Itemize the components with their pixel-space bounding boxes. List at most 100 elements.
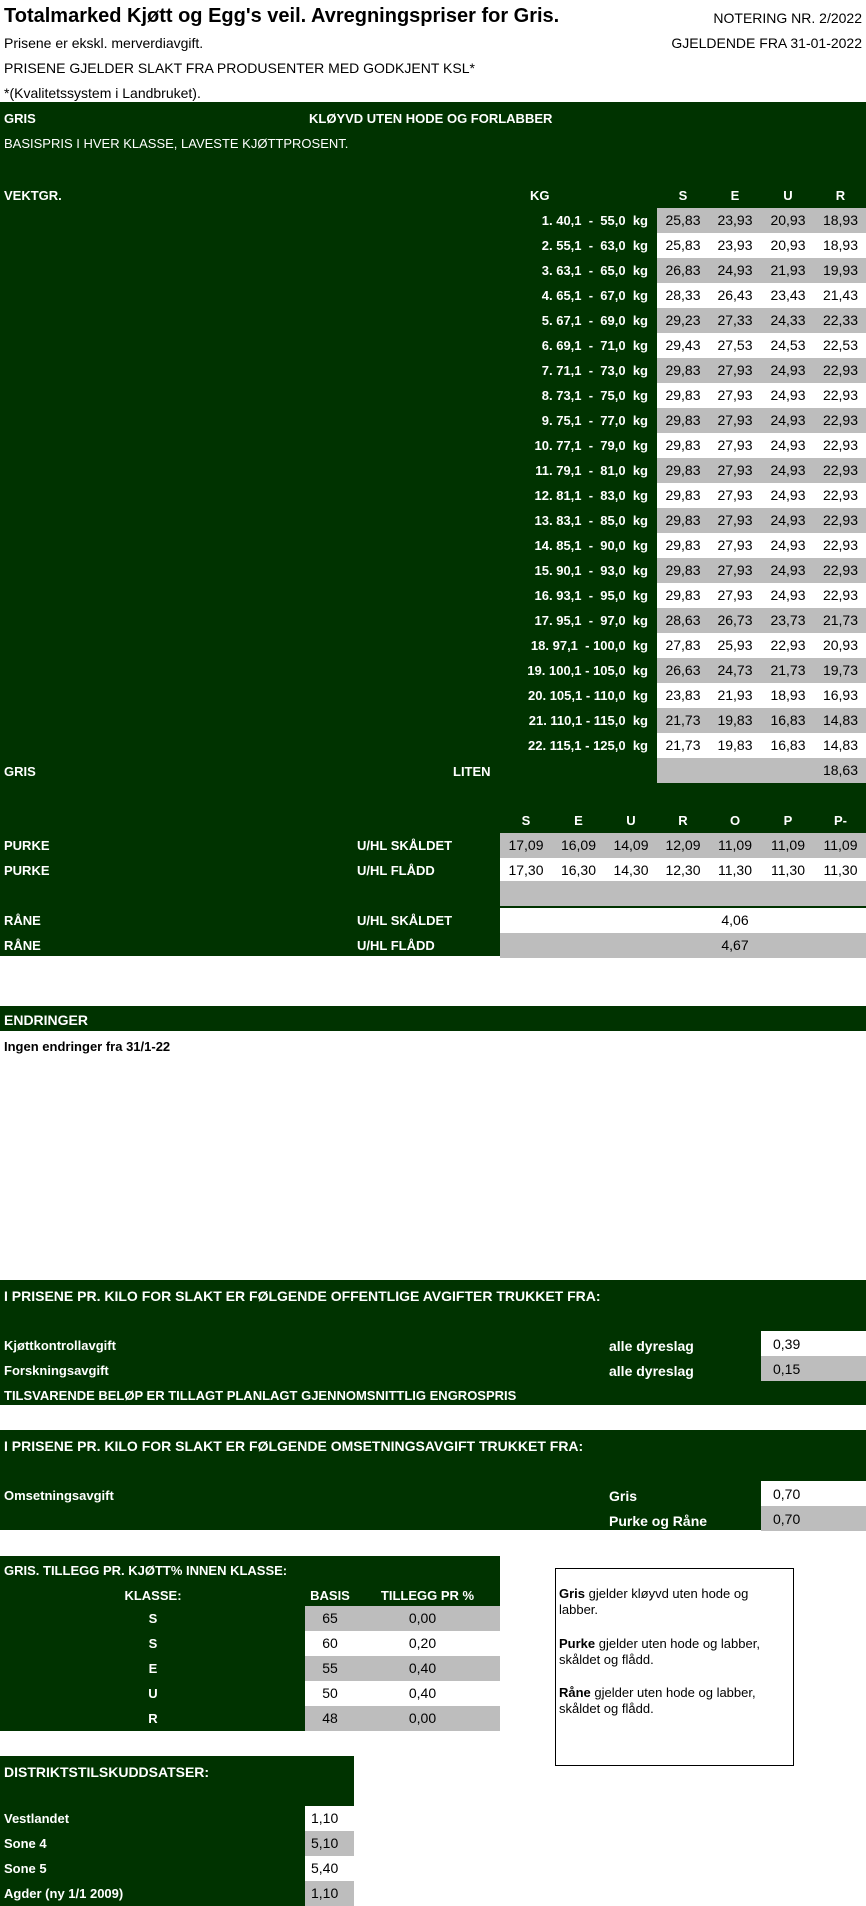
- gris-price-cell: 29,23: [665, 312, 701, 328]
- omsetning-value-1: 0,70: [773, 1511, 801, 1527]
- liten-label: LITEN: [453, 764, 491, 779]
- distrikt-value: 5,40: [311, 1860, 339, 1876]
- gris-price-cell: 29,83: [665, 387, 701, 403]
- gris-weight-range: 12. 81,1 - 83,0 kg: [534, 488, 648, 503]
- gris-weight-range: 20. 105,1 - 110,0 kg: [528, 688, 648, 703]
- avgift-value-1: 0,15: [773, 1361, 801, 1377]
- page-title: Totalmarked Kjøtt og Egg's veil. Avregni…: [4, 5, 560, 27]
- tillegg-klasse: S: [148, 1611, 158, 1626]
- rane-type: U/HL SKÅLDET: [357, 913, 453, 928]
- gris-price-cell: 22,93: [770, 637, 806, 653]
- tillegg-klasse: E: [148, 1661, 158, 1676]
- note-rane: Råne gjelder uten hode og labber, skålde…: [559, 1685, 784, 1717]
- gris-price-cell: 20,93: [770, 237, 806, 253]
- gris-price-cell: 24,93: [770, 537, 806, 553]
- gris-price-cell: 26,43: [717, 287, 753, 303]
- endringer-header: [0, 1006, 866, 1031]
- gris-price-cell: 28,33: [665, 287, 701, 303]
- purke-type: U/HL FLÅDD: [357, 863, 435, 878]
- distrikt-title: DISTRIKTSTILSKUDDSATSER:: [4, 1764, 210, 1780]
- distrikt-name: Agder (ny 1/1 2009): [4, 1886, 124, 1901]
- avgifter-note: TILSVARENDE BELØP ER TILLAGT PLANLAGT GJ…: [4, 1388, 517, 1403]
- rane-price-cell: 4,06: [721, 912, 749, 928]
- rane-type: U/HL FLÅDD: [357, 938, 435, 953]
- gris-weight-range: 19. 100,1 - 105,0 kg: [527, 663, 648, 678]
- omsetning-scope-0: Gris: [609, 1488, 638, 1504]
- note-rane-bold: Råne: [559, 1685, 591, 1700]
- distrikt-value: 5,10: [311, 1835, 339, 1851]
- purke-class-header-3: R: [678, 813, 688, 828]
- gris-price-cell: 29,83: [665, 362, 701, 378]
- gris-price-cell: 22,53: [822, 337, 859, 353]
- gris-price-cell: 25,83: [665, 237, 701, 253]
- gris-price-cell: 19,93: [822, 262, 859, 278]
- ksl-note: PRISENE GJELDER SLAKT FRA PRODUSENTER ME…: [4, 60, 475, 76]
- note-gris-text: gjelder kløyvd uten hode og labber.: [559, 1586, 749, 1617]
- purke-price-cell: 11,09: [823, 837, 858, 853]
- rane-spacer-row: [500, 881, 866, 906]
- gris-price-cell: 21,93: [770, 262, 806, 278]
- gris-price-cell: 24,93: [770, 487, 806, 503]
- tillegg-value: 0,00: [408, 1610, 437, 1626]
- gris-weight-range: 7. 71,1 - 73,0 kg: [541, 363, 648, 378]
- purke-price-cell: 17,09: [508, 837, 544, 853]
- purke-price-cell: 11,30: [718, 862, 752, 878]
- gris-price-cell: 18,93: [770, 687, 806, 703]
- rane-row-bg: [500, 933, 866, 958]
- gris-price-cell: 22,93: [822, 362, 859, 378]
- gris-weight-range: 18. 97,1 - 100,0 kg: [530, 638, 648, 653]
- gris-price-cell: 29,83: [665, 562, 701, 578]
- gris-price-cell: 26,73: [717, 612, 753, 628]
- gris-price-cell: 22,93: [822, 537, 859, 553]
- purke-type: U/HL SKÅLDET: [357, 838, 453, 853]
- omsetning-name: Omsetningsavgift: [4, 1488, 114, 1503]
- rane-row-bg: [500, 908, 866, 933]
- gris-price-cell: 24,93: [770, 362, 806, 378]
- gris-price-cell: 24,93: [717, 262, 753, 278]
- distrikt-value: 1,10: [311, 1885, 339, 1901]
- gris-weight-range: 21. 110,1 - 115,0 kg: [528, 713, 648, 728]
- avgift-name-0: Kjøttkontrollavgift: [4, 1338, 116, 1353]
- gris-class-header-3: R: [835, 188, 846, 203]
- gris-price-cell: 22,33: [822, 312, 859, 328]
- gris-price-cell: 16,83: [770, 712, 806, 728]
- purke-price-cell: 11,30: [771, 862, 805, 878]
- gris-price-cell: 23,83: [665, 687, 701, 703]
- gris-price-cell: 29,43: [665, 337, 701, 353]
- gris-price-cell: 22,93: [822, 412, 859, 428]
- distrikt-name: Sone 5: [4, 1861, 47, 1876]
- tillegg-basis: 50: [322, 1685, 338, 1701]
- tillegg-title: GRIS. TILLEGG PR. KJØTT% INNEN KLASSE:: [4, 1563, 288, 1578]
- gris-price-cell: 29,83: [665, 487, 701, 503]
- gris-price-cell: 29,83: [665, 412, 701, 428]
- tillegg-klasse: R: [148, 1711, 158, 1726]
- vektgr-label: VEKTGR.: [4, 188, 62, 203]
- gris-liten-label: GRIS: [4, 764, 36, 779]
- gris-price-cell: 27,93: [717, 562, 753, 578]
- avgift-name-1: Forskningsavgift: [4, 1363, 109, 1378]
- avgifter-title: I PRISENE PR. KILO FOR SLAKT ER FØLGENDE…: [4, 1288, 601, 1304]
- omsetning-title: I PRISENE PR. KILO FOR SLAKT ER FØLGENDE…: [4, 1438, 584, 1454]
- gris-price-cell: 19,83: [717, 712, 753, 728]
- gris-weight-range: 2. 55,1 - 63,0 kg: [541, 238, 648, 253]
- avgift-scope-1: alle dyreslag: [609, 1363, 694, 1379]
- gris-price-cell: 21,73: [822, 612, 859, 628]
- endringer-text: Ingen endringer fra 31/1-22: [4, 1039, 171, 1054]
- notering-number: NOTERING NR. 2/2022: [713, 10, 862, 26]
- basis-text: BASISPRIS I HVER KLASSE, LAVESTE KJØTTPR…: [4, 136, 349, 151]
- gris-price-cell: 27,53: [717, 337, 753, 353]
- purke-price-cell: 16,30: [560, 862, 597, 878]
- gris-price-cell: 20,93: [822, 637, 859, 653]
- tillegg-klasse: S: [148, 1636, 158, 1651]
- tillegg-basis: 48: [322, 1710, 338, 1726]
- gris-price-cell: 29,83: [665, 437, 701, 453]
- gris-price-cell: 19,73: [822, 662, 859, 678]
- purke-price-cell: 11,09: [718, 837, 752, 853]
- gris-price-cell: 22,93: [822, 462, 859, 478]
- gris-price-cell: 29,83: [665, 537, 701, 553]
- tillegg-value: 0,40: [408, 1660, 437, 1676]
- purke-price-cell: 11,30: [823, 862, 858, 878]
- gris-price-cell: 24,93: [770, 587, 806, 603]
- gris-price-cell: 27,93: [717, 487, 753, 503]
- purke-price-cell: 14,30: [613, 862, 649, 878]
